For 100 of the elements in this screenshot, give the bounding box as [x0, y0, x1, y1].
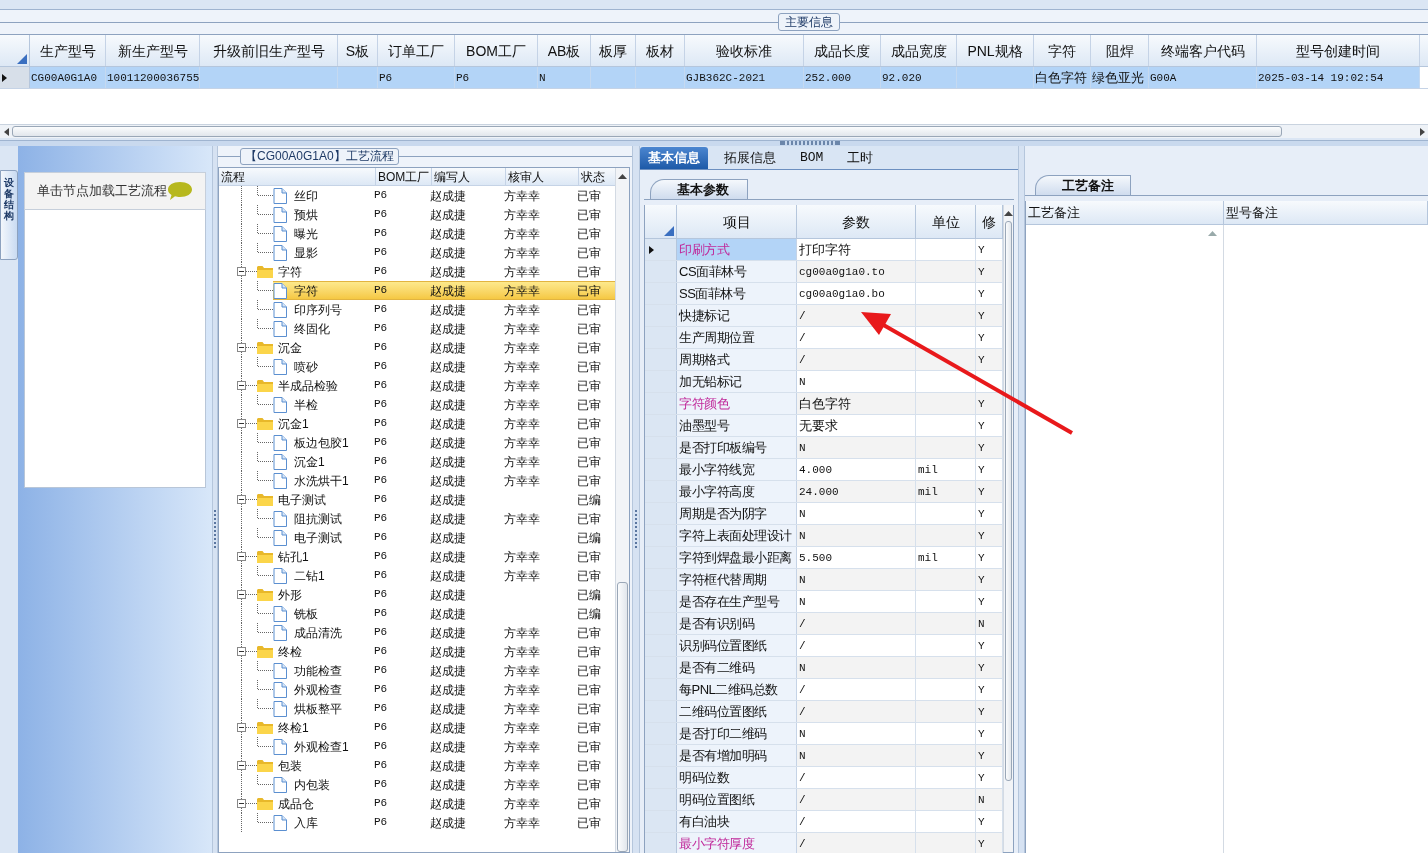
splitter-grip-icon[interactable]: [780, 141, 840, 145]
tree-row[interactable]: 字符 P6 赵成捷 方幸幸 已审: [257, 262, 615, 281]
column-header[interactable]: 流程: [219, 168, 376, 186]
tree-row[interactable]: 终检1 P6 赵成捷 方幸幸 已审: [257, 718, 615, 737]
tree-row[interactable]: 包装 P6 赵成捷 方幸幸 已审: [257, 756, 615, 775]
table-cell[interactable]: 每PNL二维码总数: [677, 679, 797, 700]
column-header[interactable]: 修: [976, 205, 1003, 239]
column-header[interactable]: 新生产型号: [106, 35, 200, 66]
tree-row[interactable]: 曝光 P6 赵成捷 方幸幸 已审: [273, 224, 615, 243]
column-header[interactable]: 生产型号: [30, 35, 106, 66]
tab[interactable]: 拓展信息: [716, 147, 784, 169]
tab[interactable]: 工时: [839, 147, 882, 169]
column-header[interactable]: AB板: [538, 35, 591, 66]
collapse-icon[interactable]: [237, 495, 246, 504]
table-cell[interactable]: 明码位数: [677, 767, 797, 788]
column-header[interactable]: 项目: [677, 205, 797, 239]
tree-row[interactable]: 入库 P6 赵成捷 方幸幸 已审: [273, 813, 615, 832]
tree-row[interactable]: 半检 P6 赵成捷 方幸幸 已审: [273, 395, 615, 414]
table-cell[interactable]: 明码位置图纸: [677, 789, 797, 810]
column-header[interactable]: PNL规格: [957, 35, 1034, 66]
column-header[interactable]: 型号备注: [1224, 201, 1428, 225]
collapse-icon[interactable]: [237, 381, 246, 390]
table-cell[interactable]: 周期格式: [677, 349, 797, 370]
table-cell[interactable]: 字符到焊盘最小距离: [677, 547, 797, 568]
table-cell[interactable]: 最小字符高度: [677, 481, 797, 502]
table-cell[interactable]: 周期是否为阴字: [677, 503, 797, 524]
table-cell[interactable]: 字符框代替周期: [677, 569, 797, 590]
tree-row[interactable]: 喷砂 P6 赵成捷 方幸幸 已审: [273, 357, 615, 376]
scrollbar-thumb[interactable]: [617, 582, 628, 852]
table-cell[interactable]: 是否打印二维码: [677, 723, 797, 744]
column-header[interactable]: 终端客户代码: [1149, 35, 1257, 66]
column-header[interactable]: 成品宽度: [881, 35, 957, 66]
tree-row[interactable]: 沉金1 P6 赵成捷 方幸幸 已审: [273, 452, 615, 471]
table-row[interactable]: CG00A0G1A0 10011200036755 P6 P6 N GJB362C-2021 252.000 92.020 白色字符 绿色亚光 G00A 2025-03-14 19:02:54: [30, 67, 1420, 88]
collapse-icon[interactable]: [237, 761, 246, 770]
tree-row[interactable]: 成品清洗 P6 赵成捷 方幸幸 已审: [273, 623, 615, 642]
table-cell[interactable]: 油墨型号: [677, 415, 797, 436]
tree-row[interactable]: 铣板 P6 赵成捷 已编: [273, 604, 615, 623]
table-cell[interactable]: 是否打印板编号: [677, 437, 797, 458]
tree-row[interactable]: 烘板整平 P6 赵成捷 方幸幸 已审: [273, 699, 615, 718]
tree-row[interactable]: 电子测试 P6 赵成捷 已编: [257, 490, 615, 509]
table-cell[interactable]: 最小字符线宽: [677, 459, 797, 480]
table-cell[interactable]: 二维码位置图纸: [677, 701, 797, 722]
column-header[interactable]: S板: [338, 35, 378, 66]
column-header[interactable]: BOM工厂: [455, 35, 538, 66]
table-cell[interactable]: SS面菲林号: [677, 283, 797, 304]
column-header[interactable]: 板厚: [591, 35, 636, 66]
column-header[interactable]: 验收标准: [685, 35, 804, 66]
table-cell[interactable]: 生产周期位置: [677, 327, 797, 348]
table-cell[interactable]: 字符颜色: [677, 393, 797, 414]
collapse-icon[interactable]: [237, 590, 246, 599]
column-header[interactable]: BOM工厂: [376, 168, 432, 186]
tree-row[interactable]: 预烘 P6 赵成捷 方幸幸 已审: [273, 205, 615, 224]
column-header[interactable]: 成品长度: [804, 35, 881, 66]
tree-row[interactable]: 终检 P6 赵成捷 方幸幸 已审: [257, 642, 615, 661]
tree-row[interactable]: 水洗烘干1 P6 赵成捷 方幸幸 已审: [273, 471, 615, 490]
table-cell[interactable]: 是否有增加明码: [677, 745, 797, 766]
column-header[interactable]: 单位: [916, 205, 976, 239]
tab[interactable]: 基本参数: [650, 179, 748, 199]
tree-row[interactable]: 字符 P6 赵成捷 方幸幸 已审: [273, 281, 615, 300]
table-cell[interactable]: 快捷标记: [677, 305, 797, 326]
scrollbar-thumb[interactable]: [1005, 221, 1012, 781]
tree-row[interactable]: 终固化 P6 赵成捷 方幸幸 已审: [273, 319, 615, 338]
column-header[interactable]: 编写人: [432, 168, 506, 186]
table-cell[interactable]: 是否存在生产型号: [677, 591, 797, 612]
table-cell[interactable]: 最小字符厚度: [677, 833, 797, 853]
column-header[interactable]: 订单工厂: [378, 35, 455, 66]
collapse-icon[interactable]: [237, 267, 246, 276]
tree-row[interactable]: 半成品检验 P6 赵成捷 方幸幸 已审: [257, 376, 615, 395]
collapse-icon[interactable]: [237, 419, 246, 428]
column-header[interactable]: 字符: [1034, 35, 1091, 66]
tree-row[interactable]: 二钻1 P6 赵成捷 方幸幸 已审: [273, 566, 615, 585]
splitter-bar[interactable]: [1018, 146, 1025, 853]
tab[interactable]: 基本信息: [640, 147, 708, 169]
collapse-icon[interactable]: [237, 647, 246, 656]
column-header[interactable]: 升级前旧生产型号: [200, 35, 338, 66]
tree-row[interactable]: 钻孔1 P6 赵成捷 方幸幸 已审: [257, 547, 615, 566]
table-cell[interactable]: 是否有识别码: [677, 613, 797, 634]
column-header[interactable]: 阻焊: [1091, 35, 1149, 66]
table-cell[interactable]: 加无铅标记: [677, 371, 797, 392]
tree-row[interactable]: 内包装 P6 赵成捷 方幸幸 已审: [273, 775, 615, 794]
row-header[interactable]: [645, 239, 677, 260]
tree-row[interactable]: 阻抗测试 P6 赵成捷 方幸幸 已审: [273, 509, 615, 528]
tree-row[interactable]: 丝印 P6 赵成捷 方幸幸 已审: [273, 186, 615, 205]
table-cell[interactable]: 是否有二维码: [677, 657, 797, 678]
collapse-icon[interactable]: [237, 343, 246, 352]
column-header[interactable]: 型号创建时间: [1257, 35, 1420, 66]
tree-row[interactable]: 电子测试 P6 赵成捷 已编: [273, 528, 615, 547]
table-cell[interactable]: 识别码位置图纸: [677, 635, 797, 656]
column-header[interactable]: 工艺备注: [1026, 201, 1224, 225]
side-tab[interactable]: 设备结构: [0, 170, 18, 260]
tree-row[interactable]: 成品仓 P6 赵成捷 方幸幸 已审: [257, 794, 615, 813]
column-header[interactable]: 核审人: [506, 168, 579, 186]
table-cell[interactable]: CS面菲林号: [677, 261, 797, 282]
tree-row[interactable]: 外形 P6 赵成捷 已编: [257, 585, 615, 604]
tree-row[interactable]: 板边包胶1 P6 赵成捷 方幸幸 已审: [273, 433, 615, 452]
column-header[interactable]: 参数: [797, 205, 916, 239]
tree-row[interactable]: 外观检查1 P6 赵成捷 方幸幸 已审: [273, 737, 615, 756]
column-header[interactable]: 板材: [636, 35, 685, 66]
scrollbar-thumb[interactable]: [12, 126, 1282, 137]
